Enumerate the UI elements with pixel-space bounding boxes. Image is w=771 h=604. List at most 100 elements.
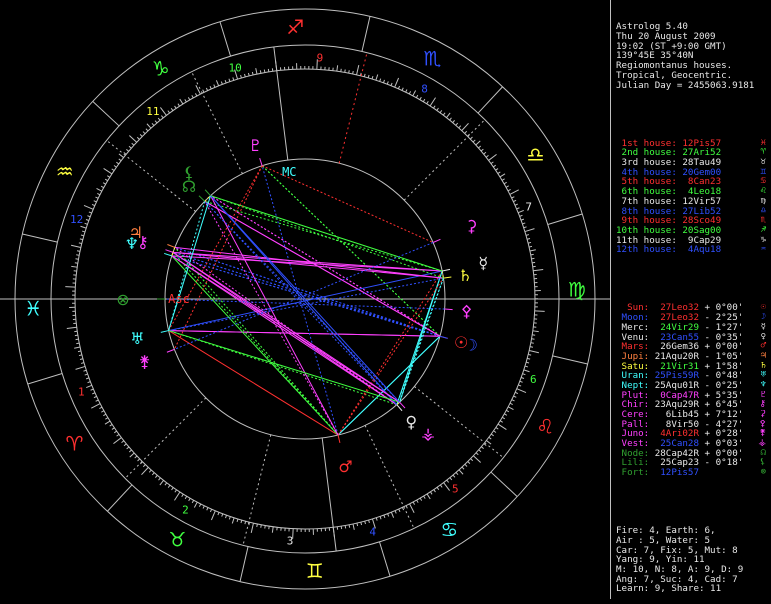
stat-line: M: 10, N: 8, A: 9, D: 9 [616, 565, 768, 575]
house-label: 8th house: [616, 207, 682, 217]
degree-tick [521, 377, 524, 378]
degree-tick [89, 212, 92, 213]
degree-tick [117, 434, 119, 436]
sign-icon: ♋ [761, 177, 766, 187]
degree-tick [251, 523, 253, 533]
planet-position: 26Gem36 [655, 342, 705, 352]
house-cusp [274, 47, 288, 160]
degree-tick [257, 524, 258, 527]
planet-glyph-icon: ⚶ [421, 424, 435, 443]
degree-tick [129, 135, 136, 142]
degree-tick [112, 169, 114, 171]
degree-tick [81, 235, 84, 236]
degree-tick [87, 216, 90, 217]
zodiac-sign-icon: ♒ [56, 160, 74, 184]
degree-tick [214, 85, 215, 88]
degree-tick [233, 77, 234, 80]
house-value: 20Gem00 [682, 168, 721, 178]
degree-tick [524, 227, 527, 228]
degree-tick [427, 494, 430, 499]
header-line: 19:02 (ST +9:00 GMT) [616, 42, 768, 52]
zodiac-sign-icon: ♈ [65, 431, 83, 455]
degree-tick [465, 131, 467, 133]
sign-icon: ♒ [761, 245, 766, 255]
degree-tick [395, 78, 399, 87]
degree-tick [94, 396, 97, 397]
degree-tick [91, 389, 94, 390]
sign-boundary [220, 22, 231, 56]
degree-tick [116, 162, 118, 164]
degree-tick [241, 75, 242, 78]
degree-tick [349, 70, 350, 73]
degree-tick [481, 447, 483, 449]
planet-position: 21Aqu20R [655, 352, 705, 362]
house-value: 4Leo18 [682, 187, 721, 197]
planet-marker [164, 253, 172, 255]
degree-tick [272, 527, 273, 533]
planet-marker [205, 190, 210, 196]
degree-tick [80, 239, 83, 240]
chart-wheel-svg: ♈♉♊♋♌♍♎♏♐♑♒♓123456789101112AscMC☉☽☿♀♂♃♄♅… [0, 0, 610, 599]
header-line: Regiomontanus houses. [616, 61, 768, 71]
degree-tick [450, 118, 452, 120]
planet-name: Pall: [616, 420, 655, 430]
degree-tick [502, 179, 505, 181]
sign-icon: ♊ [761, 168, 766, 178]
sign-boundary [379, 542, 390, 576]
degree-tick [365, 521, 366, 524]
degree-tick [147, 124, 151, 128]
degree-tick [155, 121, 157, 123]
planet-latitude: + 5°35' [705, 391, 744, 401]
degree-tick [221, 82, 222, 85]
planet-position: 25Aqu01R [655, 381, 705, 391]
house-number: 1 [78, 385, 85, 398]
house-cusp [339, 53, 367, 164]
degree-tick [110, 424, 113, 426]
planet-row: Node: 28Cap42R + 0°00'☊ [616, 449, 768, 459]
planet-marker [338, 435, 340, 443]
planet-icon: ☊ [761, 449, 766, 459]
degree-tick [456, 123, 458, 125]
planet-name: Node: [616, 449, 655, 459]
zodiac-sign-icon: ♑ [152, 56, 170, 80]
degree-tick [97, 188, 102, 191]
degree-tick [261, 525, 262, 528]
degree-tick [168, 111, 170, 113]
degree-tick [126, 149, 128, 151]
degree-tick [79, 243, 82, 244]
degree-tick [517, 208, 520, 209]
degree-tick [506, 186, 509, 187]
stat-line: Ang: 7, Suc: 4, Cad: 7 [616, 575, 768, 585]
degree-tick [188, 97, 190, 100]
degree-tick [141, 467, 148, 474]
degree-tick [91, 404, 100, 409]
planet-glyph-icon: ♄ [458, 266, 472, 285]
house-row: 2nd house: 27Ari52♈ [616, 148, 768, 158]
degree-tick [368, 75, 369, 78]
degree-tick [78, 351, 81, 352]
planet-name: Moon: [616, 313, 655, 323]
degree-tick [71, 245, 81, 247]
degree-tick [410, 504, 415, 513]
degree-tick [521, 219, 524, 220]
degree-tick [196, 85, 201, 94]
planet-row: Plut: 0Cap47R + 5°35'♇ [616, 391, 768, 401]
degree-tick [357, 65, 359, 75]
degree-tick [446, 113, 450, 118]
sign-boundary [478, 87, 503, 113]
house-label: 4th house: [616, 168, 682, 178]
planet-latitude: + 0°03' [705, 439, 744, 449]
planet-position: 21Vir31 [655, 362, 705, 372]
house-label: 10th house: [616, 226, 682, 236]
degree-tick [470, 137, 472, 139]
degree-tick [82, 231, 85, 232]
degree-tick [518, 210, 524, 212]
house-cusp [192, 72, 243, 174]
degree-tick [135, 456, 137, 458]
degree-tick [529, 246, 532, 247]
degree-tick [129, 146, 131, 148]
degree-tick [491, 434, 493, 436]
degree-tick [245, 521, 246, 524]
degree-tick [94, 201, 97, 202]
degree-tick [104, 168, 112, 173]
